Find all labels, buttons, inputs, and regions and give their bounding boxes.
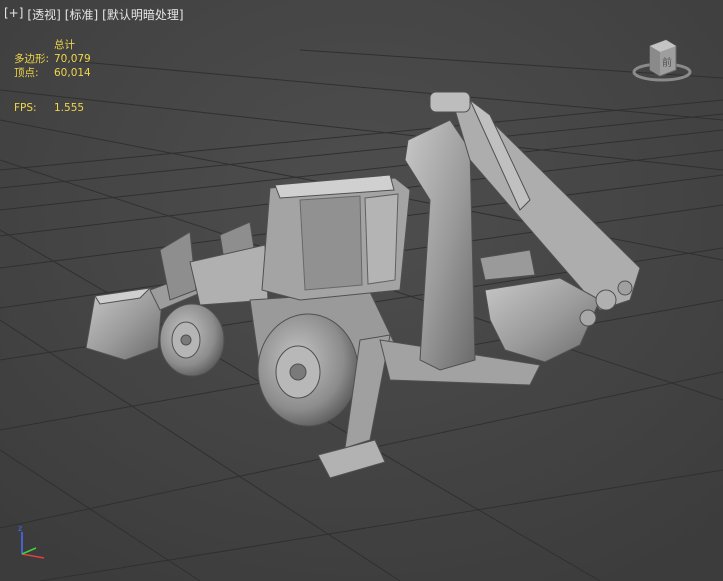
vertices-value: 60,014: [54, 67, 91, 79]
stats-polygons-row: 多边形: 70,079: [14, 52, 91, 66]
viewcube-front-label: 前: [662, 56, 672, 69]
viewport-canvas[interactable]: [0, 0, 723, 581]
viewport-shading-menu[interactable]: [标准]: [65, 6, 98, 23]
perspective-viewport[interactable]: [+] [透视] [标准] [默认明暗处理] 总计 多边形: 70,079 顶点…: [0, 0, 723, 581]
viewport-statistics: 总计 多边形: 70,079 顶点: 60,014: [14, 38, 91, 80]
axis-z-label: z: [18, 524, 22, 533]
viewport-general-menu[interactable]: [+]: [4, 6, 23, 23]
fps-value: 1.555: [54, 102, 85, 114]
fps-label: FPS:: [14, 102, 37, 114]
viewport-label-menu: [+] [透视] [标准] [默认明暗处理]: [4, 6, 184, 23]
viewport-pov-menu[interactable]: [透视]: [27, 6, 60, 23]
stats-header: 总计: [54, 39, 75, 51]
polygons-value: 70,079: [54, 53, 91, 65]
viewport-lighting-menu[interactable]: [默认明暗处理]: [102, 6, 183, 23]
vertices-label: 顶点:: [14, 67, 39, 79]
axis-tripod-icon: z: [18, 524, 45, 559]
viewcube[interactable]: 前: [632, 36, 692, 86]
polygons-label: 多边形:: [14, 53, 50, 65]
stats-vertices-row: 顶点: 60,014: [14, 66, 91, 80]
fps-readout: FPS: 1.555: [14, 102, 84, 114]
